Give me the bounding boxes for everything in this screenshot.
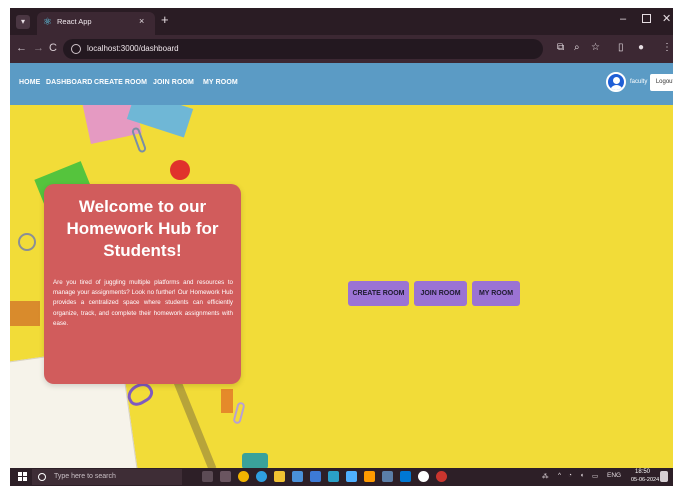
red-pushpin-icon — [170, 160, 190, 180]
nav-create-room[interactable]: CREATE ROOM — [94, 79, 147, 86]
bookmark-star-icon[interactable]: ☆ — [591, 42, 600, 54]
mail-icon[interactable] — [310, 471, 321, 482]
site-info-icon[interactable] — [71, 44, 81, 54]
app-navbar: HOME DASHBOARD CREATE ROOM JOIN ROOM MY … — [10, 63, 673, 105]
react-favicon-icon: ⚛ — [43, 17, 52, 28]
address-bar[interactable]: localhost:3000/dashboard — [63, 39, 543, 59]
clock-time[interactable]: 18:50 — [635, 469, 650, 475]
welcome-title: Welcome to our Homework Hub for Students… — [66, 197, 219, 260]
tray-people-icon[interactable]: ⁂ — [542, 472, 549, 480]
task-view-icon[interactable] — [202, 471, 213, 482]
windows-start-icon[interactable] — [18, 472, 28, 482]
windows-taskbar: Type here to search ⁂ ^ ◔ ◖ ▭ ENG 18:50 … — [10, 468, 673, 486]
browser-tab-strip: ▾ ⚛ React App × + – ✕ — [10, 8, 673, 35]
orange-highlighter-decoration — [221, 389, 233, 413]
profile-icon[interactable]: ● — [638, 42, 644, 54]
clock-date[interactable]: 05-06-2024 — [631, 477, 659, 483]
widgets-icon[interactable] — [220, 471, 231, 482]
photos-icon[interactable] — [346, 471, 357, 482]
browser-menu-icon[interactable]: ⋮ — [662, 42, 672, 54]
store-icon[interactable] — [292, 471, 303, 482]
language-indicator[interactable]: ENG — [607, 472, 621, 479]
taskbar-search[interactable]: Type here to search — [32, 469, 182, 485]
vscode-icon[interactable] — [400, 471, 411, 482]
extensions-icon[interactable]: ▯ — [618, 42, 624, 54]
browser-toolbar: ← → C localhost:3000/dashboard ⧉ ⌕ ☆ ▯ ●… — [10, 35, 673, 63]
url-text[interactable]: localhost:3000/dashboard — [87, 44, 179, 53]
chrome-icon[interactable] — [238, 471, 249, 482]
tray-chevron-icon[interactable]: ^ — [558, 472, 561, 479]
tab-title: React App — [57, 17, 92, 26]
orange-paper-decoration — [10, 301, 40, 326]
search-icon — [38, 473, 46, 481]
tray-network-icon[interactable]: ◔ — [568, 472, 572, 479]
user-name: faculty — [630, 79, 648, 85]
tab-search-icon[interactable]: ▾ — [16, 15, 30, 29]
forward-button[interactable]: → — [33, 42, 44, 54]
taskbar-search-placeholder: Type here to search — [54, 473, 116, 480]
my-room-button[interactable]: MY ROOM — [472, 281, 520, 306]
paperclip-icon — [130, 126, 148, 154]
purple-paperclip-icon — [232, 401, 246, 425]
browser-tab[interactable]: ⚛ React App × — [37, 12, 155, 35]
nav-home[interactable]: HOME — [19, 79, 40, 86]
screenshot: ▾ ⚛ React App × + – ✕ ← → C localhost:30… — [10, 8, 673, 486]
edge-icon[interactable] — [256, 471, 267, 482]
tab-close-icon[interactable]: × — [139, 16, 144, 26]
welcome-card: Welcome to our Homework Hub for Students… — [44, 184, 241, 384]
zoom-icon[interactable]: ⌕ — [574, 42, 580, 54]
tray-battery-icon[interactable]: ▭ — [592, 472, 598, 480]
github-icon[interactable] — [418, 471, 429, 482]
nav-dashboard[interactable]: DASHBOARD — [46, 79, 92, 86]
nav-join-room[interactable]: JOIN ROOM — [153, 79, 194, 86]
eclipse-icon[interactable] — [382, 471, 393, 482]
new-tab-button[interactable]: + — [161, 13, 169, 26]
photoshop-icon[interactable] — [328, 471, 339, 482]
notification-icon[interactable] — [660, 471, 668, 482]
file-explorer-icon[interactable] — [274, 471, 285, 482]
clip-ring-decoration — [18, 233, 36, 251]
illustrator-icon[interactable] — [364, 471, 375, 482]
back-button[interactable]: ← — [16, 42, 27, 54]
install-app-icon[interactable]: ⧉ — [557, 42, 564, 54]
join-room-button[interactable]: JOIN ROOM — [414, 281, 467, 306]
window-close-button[interactable]: ✕ — [662, 12, 671, 25]
create-room-button[interactable]: CREATE ROOM — [348, 281, 409, 306]
user-avatar-icon[interactable] — [606, 72, 626, 92]
nav-my-room[interactable]: MY ROOM — [203, 79, 238, 86]
reload-button[interactable]: C — [49, 42, 57, 54]
dashboard-hero: Welcome to our Homework Hub for Students… — [10, 105, 673, 468]
minimize-button[interactable]: – — [620, 13, 626, 25]
chrome-alt-icon[interactable] — [436, 471, 447, 482]
maximize-button[interactable] — [642, 14, 651, 23]
teal-clip-decoration — [242, 453, 268, 468]
welcome-description: Are you tired of juggling multiple platf… — [53, 279, 233, 327]
logout-button[interactable]: Logout — [650, 74, 673, 91]
tray-volume-icon[interactable]: ◖ — [580, 472, 584, 479]
